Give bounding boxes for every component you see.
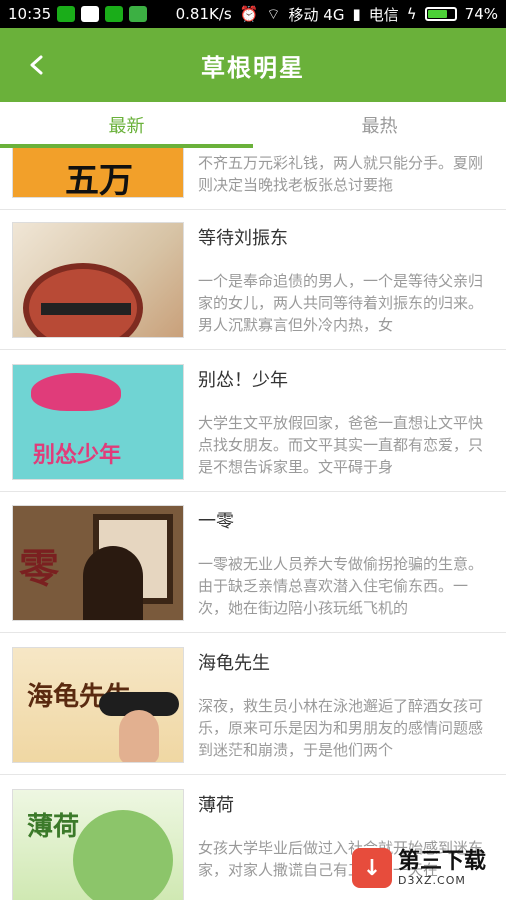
leaf-shape	[73, 810, 173, 900]
page-title: 草根明星	[201, 53, 305, 82]
thumbnail-text: 零	[19, 546, 59, 592]
thumbnail-text: 薄荷	[27, 812, 80, 842]
list-item[interactable]: 五万 卧底警花何化告诉服务员男友夏刚，如果凑不齐五万元彩礼钱，两人就只能分手。夏…	[0, 148, 506, 210]
tab-latest[interactable]: 最新	[0, 102, 253, 148]
battery-icon	[424, 7, 457, 21]
charging-icon: ϟ	[406, 5, 417, 23]
item-description: 一零被无业人员养大专做偷拐抢骗的生意。由于缺乏亲情总喜欢潜入住宅偷东西。一次，她…	[198, 555, 484, 617]
wechat-icon-2	[105, 6, 124, 22]
list-item[interactable]: 等待刘振东 一个是奉命追债的男人，一个是等待父亲归家的女儿，两人共同等待着刘振东…	[0, 212, 506, 350]
thumbnail	[12, 222, 184, 338]
carrier-1: 移动 4G	[288, 5, 345, 24]
watermark-url: D3XZ.COM	[398, 873, 466, 887]
watermark: ↓ 第三下载 D3XZ.COM	[352, 848, 486, 888]
face-shape	[119, 710, 159, 762]
back-button[interactable]	[22, 50, 52, 80]
thumbnail: 五万	[12, 148, 184, 198]
watermark-logo-icon: ↓	[352, 848, 392, 888]
item-description: 深夜，救生员小林在泳池邂逅了醉酒女孩可乐，原来可乐是因为和男朋友的感情问题感到迷…	[198, 697, 484, 759]
qq-icon	[81, 6, 100, 22]
item-description: 一个是奉命追债的男人，一个是等待父亲归家的女儿，两人共同等待着刘振东的归来。男人…	[198, 272, 484, 334]
app-icon	[129, 6, 148, 22]
thumbnail: 薄荷	[12, 789, 184, 900]
item-description: 卧底警花何化告诉服务员男友夏刚，如果凑不齐五万元彩礼钱，两人就只能分手。夏刚则决…	[198, 148, 484, 194]
lips-shape	[31, 373, 121, 411]
sign-bar	[41, 303, 131, 315]
battery-percent: 74%	[464, 5, 498, 23]
item-title: 薄荷	[198, 795, 234, 816]
item-description: 大学生文平放假回家，爸爸一直想让文平快点找女朋友。而文平其实一直都有恋爱，只是不…	[198, 414, 484, 476]
signal-icon: ▮	[352, 5, 361, 23]
item-title: 海龟先生	[198, 653, 270, 674]
thumbnail: 海龟先生	[12, 647, 184, 763]
chevron-left-icon	[30, 55, 43, 75]
list-item[interactable]: 海龟先生 海龟先生 深夜，救生员小林在泳池邂逅了醉酒女孩可乐，原来可乐是因为和男…	[0, 637, 506, 775]
list-item[interactable]: 零 一零 一零被无业人员养大专做偷拐抢骗的生意。由于缺乏亲情总喜欢潜入住宅偷东西…	[0, 495, 506, 633]
carrier-2: 电信	[368, 5, 399, 24]
video-list: 五万 卧底警花何化告诉服务员男友夏刚，如果凑不齐五万元彩礼钱，两人就只能分手。夏…	[0, 148, 506, 900]
status-time: 10:35	[8, 5, 52, 23]
watermark-title: 第三下载	[398, 848, 487, 874]
thumbnail: 别怂少年	[12, 364, 184, 480]
list-item[interactable]: 别怂少年 别怂！少年 大学生文平放假回家，爸爸一直想让文平快点找女朋友。而文平其…	[0, 354, 506, 492]
item-title: 一零	[198, 511, 234, 532]
thumbnail-text: 五万	[65, 161, 133, 198]
thumbnail-text: 别怂少年	[33, 443, 122, 468]
status-bar: 10:35 0.81K/s ⏰ ⌔ 移动 4G ▮ 电信 ϟ 74%	[0, 0, 506, 28]
sign-shape	[23, 263, 143, 337]
figure-shape	[83, 546, 143, 620]
wifi-icon: ⌔	[266, 4, 281, 23]
thumbnail: 零	[12, 505, 184, 621]
alarm-icon: ⏰	[239, 5, 259, 23]
tab-hottest[interactable]: 最热	[253, 102, 506, 148]
tab-bar: 最新 最热	[0, 102, 506, 148]
item-title: 等待刘振东	[198, 228, 288, 249]
item-title: 别怂！少年	[198, 370, 288, 391]
network-speed: 0.81K/s	[175, 5, 232, 23]
wechat-icon	[57, 6, 76, 22]
app-header: 草根明星	[0, 28, 506, 102]
